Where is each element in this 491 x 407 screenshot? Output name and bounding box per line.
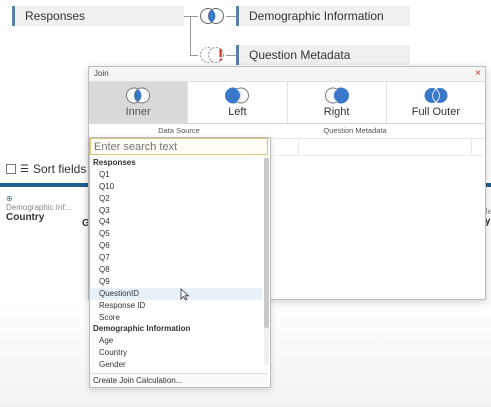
column-header-data-source: Data Source [158, 126, 200, 135]
field-list-item[interactable]: Q8 [90, 264, 262, 276]
table-question-metadata-label: Question Metadata [249, 48, 351, 62]
create-join-calculation-button[interactable]: Create Join Calculation... [90, 373, 268, 387]
join-link-line-4 [226, 55, 236, 56]
dialog-title-bar: Join × [89, 67, 485, 82]
grid-view-icon[interactable] [6, 164, 16, 174]
join-type-left[interactable]: Left [188, 82, 288, 123]
field-list-item[interactable]: Age [90, 335, 262, 347]
join-link-line-3 [226, 16, 236, 17]
field-dropdown: Responses Q1Q10Q2Q3Q4Q5Q6Q7Q8Q9QuestionID… [89, 137, 271, 388]
join-type-selector: Inner Left Right Full Outer [89, 82, 485, 124]
join-error-venn-icon[interactable] [198, 46, 226, 64]
field-group-header: Responses [93, 158, 136, 167]
table-responses-label: Responses [25, 9, 86, 23]
field-list-item[interactable]: QuestionID [90, 287, 262, 300]
join-type-full-outer-label: Full Outer [411, 106, 461, 118]
field-name-label: Country [6, 212, 45, 223]
field-group-header: Demographic Information [93, 324, 191, 334]
mouse-cursor-icon [180, 288, 190, 301]
field-list-item[interactable]: Country [90, 347, 262, 359]
table-demographic-label: Demographic Information [249, 9, 384, 23]
grid-toolbar: ☰ Sort fields [6, 161, 86, 177]
field-type-icon: ⊕ [6, 194, 13, 203]
table-responses[interactable]: Responses [12, 6, 184, 26]
join-type-right-label: Right [323, 106, 350, 118]
join-type-left-label: Left [228, 106, 247, 118]
column-header-question-metadata: Question Metadata [323, 126, 387, 135]
field-list-item[interactable]: Score [90, 312, 262, 324]
dialog-title: Join [94, 69, 109, 78]
list-view-icon[interactable]: ☰ [20, 164, 29, 175]
field-header-country[interactable]: ⊕ Demographic Inf... Country [6, 194, 71, 223]
field-list-item[interactable]: Q3 [90, 205, 262, 217]
sort-fields-label[interactable]: Sort fields [33, 162, 86, 176]
inner-join-venn-icon[interactable] [198, 7, 226, 25]
field-list-item[interactable]: Q9 [90, 276, 262, 288]
join-link-line-2 [190, 55, 198, 56]
field-list-item[interactable]: Q6 [90, 240, 262, 252]
right-join-icon [324, 87, 349, 104]
table-demographic-information[interactable]: Demographic Information [236, 6, 410, 26]
field-source-label: Demographic Inf... [6, 203, 72, 212]
join-type-inner[interactable]: Inner [89, 82, 189, 123]
field-list-item[interactable]: Gender [90, 359, 262, 371]
field-list-item[interactable]: Q7 [90, 252, 262, 264]
search-input[interactable] [90, 138, 268, 155]
inner-join-icon [126, 87, 151, 104]
join-type-right[interactable]: Right [288, 82, 387, 123]
field-list-item[interactable]: Response ID [90, 300, 262, 312]
join-type-inner-label: Inner [125, 106, 151, 118]
join-clause-right-cell[interactable] [299, 139, 472, 155]
join-link-line [184, 16, 198, 17]
field-list-item[interactable]: Q5 [90, 228, 262, 240]
left-join-icon [225, 87, 250, 104]
table-question-metadata[interactable]: Question Metadata [236, 45, 410, 65]
field-list-item[interactable]: Q1 [90, 169, 262, 181]
scrollbar-thumb[interactable] [264, 158, 269, 328]
join-link-line-vertical [190, 16, 191, 56]
field-list-item[interactable]: Q4 [90, 216, 262, 228]
field-list-item[interactable]: Q10 [90, 181, 262, 193]
close-icon[interactable]: × [475, 67, 481, 81]
full-outer-join-icon [424, 88, 448, 103]
join-type-full-outer[interactable]: Full Outer [387, 82, 485, 123]
field-list: Responses Q1 Q10 Q2 Q3 Q4 Q5 Q6 Q7 Q8 Q9 QuestionID… [90, 157, 262, 383]
field-list-item[interactable]: Q2 [90, 193, 262, 205]
